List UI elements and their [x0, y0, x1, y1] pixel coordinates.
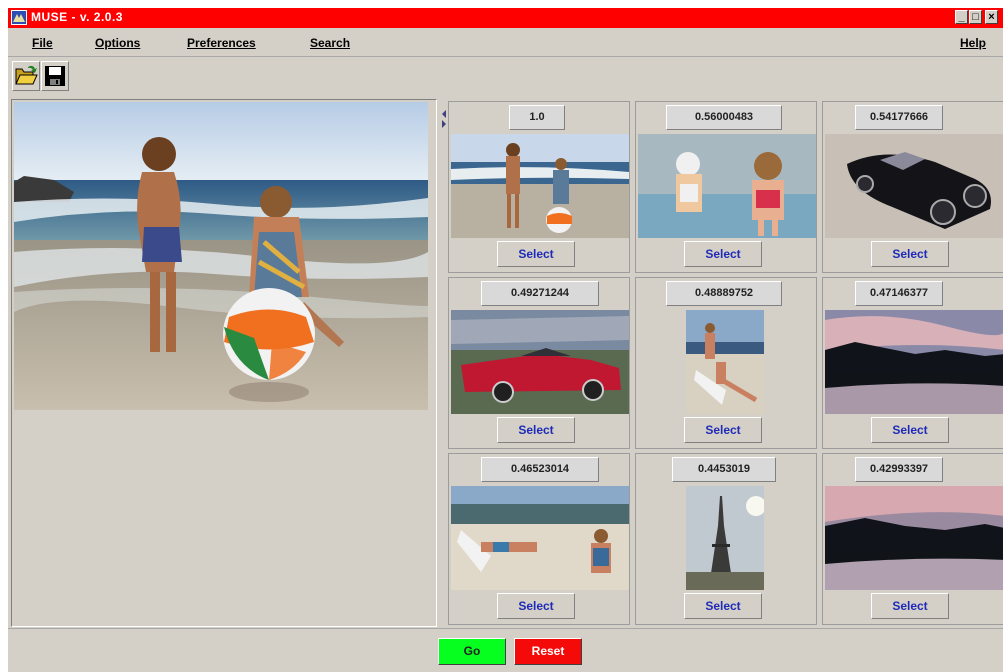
result-cell: 0.42993397 Select — [822, 453, 1003, 625]
reset-button[interactable]: Reset — [514, 638, 582, 665]
similarity-score: 0.42993397 — [855, 457, 943, 482]
similarity-score: 1.0 — [509, 105, 565, 130]
result-thumbnail[interactable] — [451, 310, 629, 414]
minimize-button[interactable]: _ — [955, 10, 968, 24]
window-title: MUSE - v. 2.0.3 — [31, 10, 123, 24]
menu-help[interactable]: Help — [960, 36, 986, 50]
result-cell: 0.46523014 Select — [448, 453, 630, 625]
result-thumbnail[interactable] — [686, 310, 764, 414]
result-cell: 0.56000483 Select — [635, 101, 817, 273]
menu-search[interactable]: Search — [310, 36, 350, 50]
toolbar — [8, 57, 1003, 99]
menu-preferences[interactable]: Preferences — [187, 36, 256, 50]
result-cell: 1.0 Select — [448, 101, 630, 273]
result-thumbnail[interactable] — [825, 486, 1003, 590]
similarity-score: 0.49271244 — [481, 281, 599, 306]
maximize-button[interactable]: □ — [969, 10, 982, 24]
result-cell: 0.49271244 Select — [448, 277, 630, 449]
select-button[interactable]: Select — [497, 593, 575, 619]
result-cell: 0.48889752 Select — [635, 277, 817, 449]
similarity-score: 0.48889752 — [666, 281, 782, 306]
menu-bar: File Options Preferences Search Help — [8, 30, 1003, 57]
menu-file[interactable]: File — [32, 36, 53, 50]
query-image-panel — [11, 99, 437, 627]
results-grid: 1.0 Select 0.56000483 Select 0.54177666 … — [446, 99, 1003, 627]
select-button[interactable]: Select — [871, 241, 949, 267]
similarity-score: 0.4453019 — [672, 457, 776, 482]
save-disk-icon — [45, 66, 65, 86]
app-icon — [11, 10, 27, 25]
select-button[interactable]: Select — [684, 241, 762, 267]
result-cell: 0.47146377 Select — [822, 277, 1003, 449]
result-cell: 0.54177666 Select — [822, 101, 1003, 273]
select-button[interactable]: Select — [497, 241, 575, 267]
muse-window: MUSE - v. 2.0.3 _ □ × File Options Prefe… — [8, 8, 1003, 672]
result-thumbnail[interactable] — [638, 134, 816, 238]
similarity-score: 0.56000483 — [666, 105, 782, 130]
select-button[interactable]: Select — [684, 417, 762, 443]
similarity-score: 0.46523014 — [481, 457, 599, 482]
query-image — [14, 102, 428, 410]
menu-options[interactable]: Options — [95, 36, 140, 50]
open-folder-icon — [15, 65, 38, 85]
close-button[interactable]: × — [985, 10, 998, 24]
result-thumbnail[interactable] — [825, 134, 1003, 238]
result-thumbnail[interactable] — [451, 486, 629, 590]
select-button[interactable]: Select — [871, 593, 949, 619]
select-button[interactable]: Select — [871, 417, 949, 443]
similarity-score: 0.54177666 — [855, 105, 943, 130]
similarity-score: 0.47146377 — [855, 281, 943, 306]
open-button[interactable] — [12, 61, 40, 91]
action-bar: Go Reset — [8, 628, 1003, 672]
select-button[interactable]: Select — [684, 593, 762, 619]
result-thumbnail[interactable] — [825, 310, 1003, 414]
result-thumbnail[interactable] — [451, 134, 629, 238]
result-thumbnail[interactable] — [686, 486, 764, 590]
select-button[interactable]: Select — [497, 417, 575, 443]
save-button[interactable] — [41, 61, 69, 91]
result-cell: 0.4453019 Select — [635, 453, 817, 625]
go-button[interactable]: Go — [438, 638, 506, 665]
title-bar[interactable]: MUSE - v. 2.0.3 _ □ × — [8, 8, 1003, 28]
